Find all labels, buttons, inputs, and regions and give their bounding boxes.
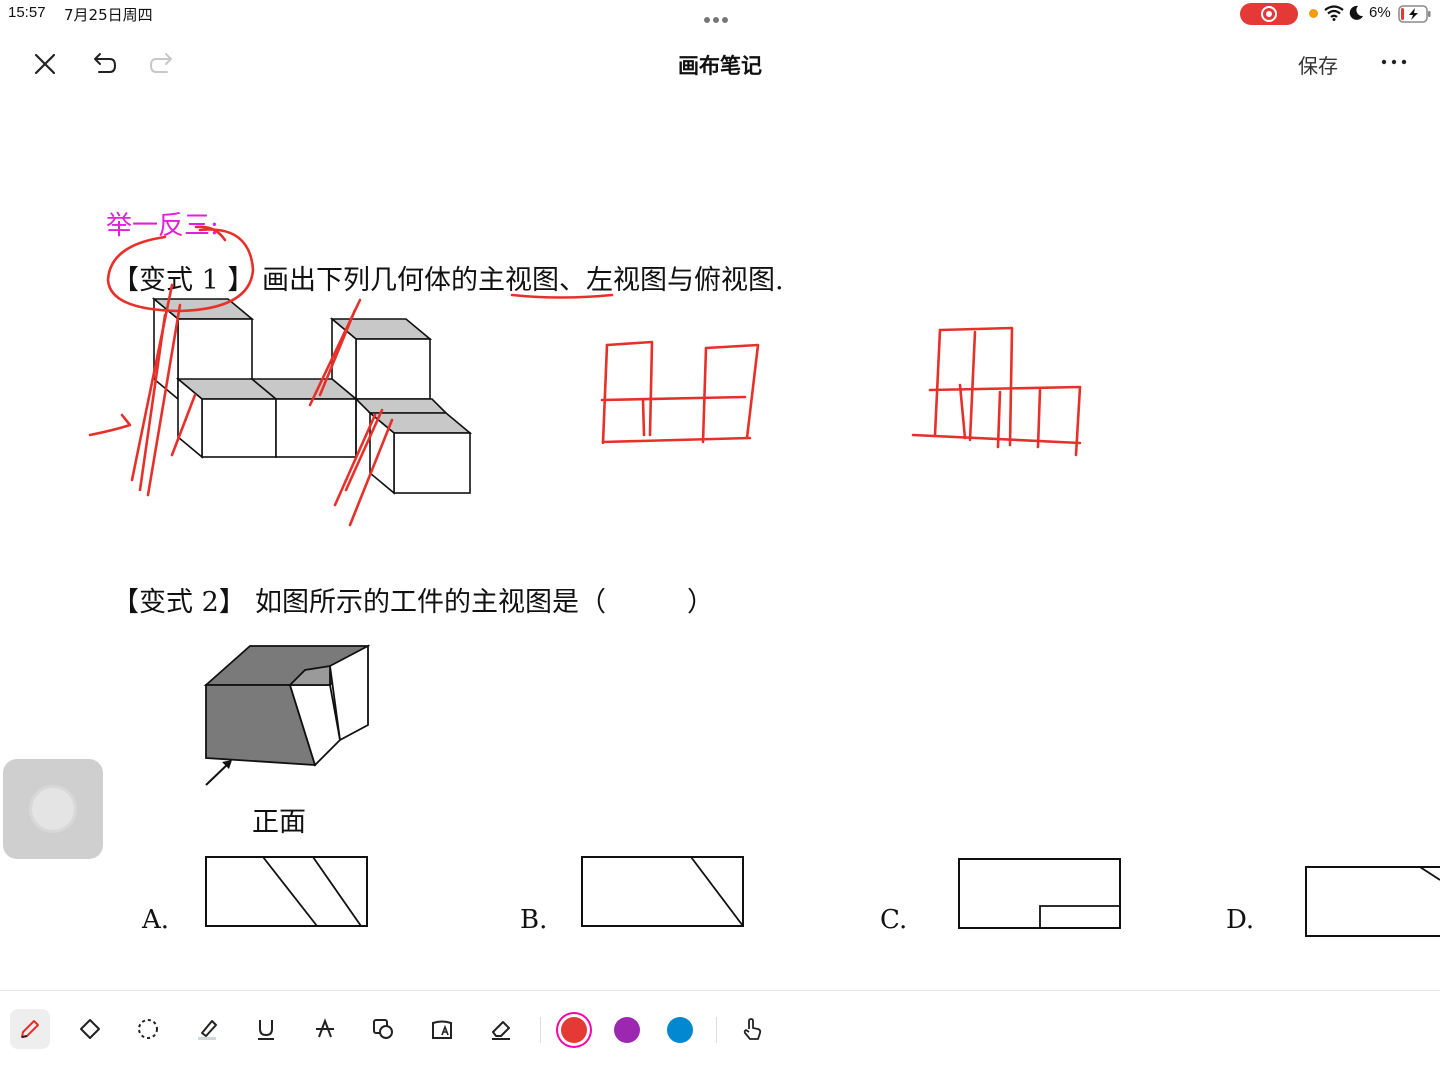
text-recognize-icon	[432, 1020, 452, 1039]
page-title: 画布笔记	[678, 54, 762, 78]
q2-text: 如图所示的工件的主视图是（ ）	[255, 587, 714, 618]
eraser-tool-button[interactable]	[481, 1009, 521, 1049]
underline-icon	[258, 1020, 274, 1040]
option-a-figure[interactable]	[205, 856, 369, 928]
option-d-figure[interactable]	[1305, 866, 1440, 938]
top-bar: 画布笔记 保存	[0, 36, 1440, 92]
color-purple-swatch[interactable]	[614, 1017, 640, 1043]
moon-icon	[1349, 5, 1363, 20]
status-date: 7月25日周四	[64, 6, 153, 24]
shape-recognize-icon	[373, 1019, 393, 1039]
q2-tag: 【变式 2】	[112, 587, 246, 618]
strikethrough-icon	[316, 1018, 334, 1038]
color-blue-swatch[interactable]	[667, 1017, 693, 1043]
multitask-dots-icon[interactable]	[704, 8, 736, 23]
toolbar-divider	[540, 1017, 541, 1043]
option-a-label[interactable]: A.	[142, 905, 169, 935]
hand-tool-button[interactable]	[732, 1009, 772, 1049]
shape-tool-button[interactable]	[70, 1009, 110, 1049]
shape-recognize-tool-button[interactable]	[363, 1009, 403, 1049]
more-icon[interactable]	[1380, 52, 1410, 72]
highlighter-tool-button[interactable]	[188, 1009, 228, 1049]
option-c-label[interactable]: C.	[880, 905, 907, 935]
diamond-icon	[80, 1019, 100, 1039]
note-canvas[interactable]: 举一反三: 【变式 1 】 画出下列几何体的主视图、左视图与俯视图. 【变式 2…	[0, 95, 1440, 990]
eraser-icon	[492, 1021, 510, 1040]
pen-icon	[21, 1020, 39, 1038]
close-icon[interactable]	[31, 50, 59, 78]
undo-icon[interactable]	[90, 50, 118, 78]
hand-pointer-icon	[743, 1018, 762, 1040]
battery-percent: 6%	[1369, 4, 1391, 21]
color-red-swatch[interactable]	[561, 1017, 587, 1043]
option-b-label[interactable]: B.	[520, 905, 547, 935]
option-c-figure[interactable]	[958, 858, 1122, 930]
pen-tool-button[interactable]	[10, 1009, 50, 1049]
lasso-tool-button[interactable]	[128, 1009, 168, 1049]
status-bar: 15:57 7月25日周四 6%	[0, 0, 1440, 28]
underline-tool-button[interactable]	[246, 1009, 286, 1049]
strikethrough-tool-button[interactable]	[305, 1009, 345, 1049]
drawing-toolbar	[0, 990, 1440, 1080]
option-b-figure[interactable]	[581, 856, 745, 928]
redo-icon[interactable]	[148, 50, 176, 78]
mic-indicator-icon	[1309, 9, 1318, 18]
save-button[interactable]: 保存	[1298, 50, 1338, 79]
status-time: 15:57	[8, 4, 46, 21]
text-recognize-tool-button[interactable]	[422, 1009, 462, 1049]
lasso-icon	[138, 1019, 158, 1039]
wifi-icon	[1324, 5, 1344, 21]
front-label: 正面	[252, 807, 306, 838]
option-d-label[interactable]: D.	[1226, 905, 1254, 935]
workpiece-figure	[203, 644, 371, 786]
highlighter-icon	[198, 1020, 217, 1040]
toolbar-divider	[716, 1017, 717, 1043]
assistive-touch-button[interactable]	[3, 759, 103, 859]
battery-icon	[1398, 5, 1431, 23]
screen-record-icon[interactable]	[1240, 3, 1298, 25]
